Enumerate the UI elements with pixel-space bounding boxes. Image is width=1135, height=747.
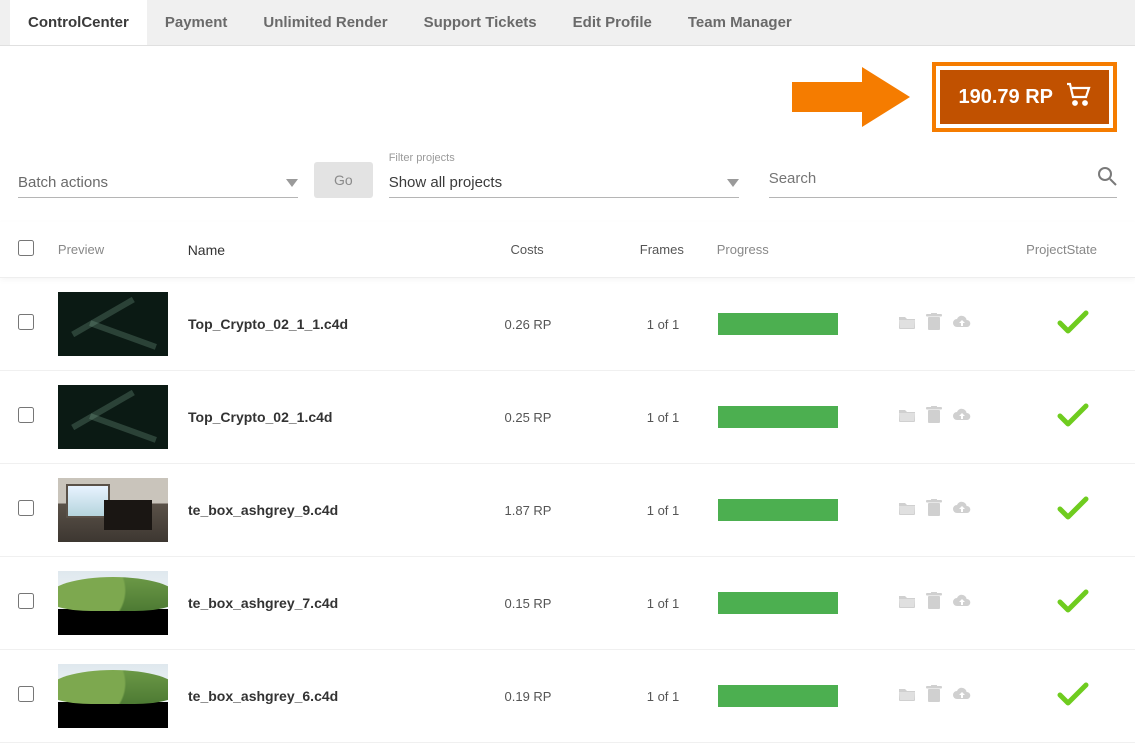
preview-thumbnail[interactable] bbox=[58, 571, 168, 635]
header-preview: Preview bbox=[58, 242, 188, 257]
checkmark-icon bbox=[1056, 694, 1090, 711]
row-checkbox[interactable] bbox=[18, 593, 34, 609]
tab-unlimited-render[interactable]: Unlimited Render bbox=[245, 0, 405, 45]
trash-icon[interactable] bbox=[926, 499, 942, 522]
arrow-callout-icon bbox=[792, 62, 912, 132]
row-checkbox[interactable] bbox=[18, 500, 34, 516]
folder-icon[interactable] bbox=[898, 500, 916, 521]
progress-bar bbox=[718, 685, 838, 707]
table-row: te_box_ashgrey_6.c4d0.19 RP1 of 1 bbox=[0, 650, 1135, 743]
table-row: Top_Crypto_02_1_1.c4d0.26 RP1 of 1 bbox=[0, 278, 1135, 371]
filter-projects-select[interactable]: Show all projects bbox=[389, 168, 739, 198]
project-name: te_box_ashgrey_6.c4d bbox=[188, 688, 448, 704]
trash-icon[interactable] bbox=[926, 406, 942, 429]
project-frames: 1 of 1 bbox=[608, 596, 718, 611]
filter-label: Filter projects bbox=[389, 152, 739, 164]
header-frames: Frames bbox=[607, 242, 717, 257]
filters-row: Batch actions Go Filter projects Show al… bbox=[0, 142, 1135, 222]
cloud-upload-icon[interactable] bbox=[952, 407, 972, 428]
progress-bar bbox=[718, 406, 838, 428]
cloud-upload-icon[interactable] bbox=[952, 500, 972, 521]
search-input[interactable] bbox=[769, 170, 1097, 187]
trash-icon[interactable] bbox=[926, 313, 942, 336]
folder-icon[interactable] bbox=[898, 407, 916, 428]
progress-bar bbox=[718, 313, 838, 335]
search-icon bbox=[1097, 166, 1117, 191]
project-state bbox=[1028, 588, 1117, 619]
tab-payment[interactable]: Payment bbox=[147, 0, 246, 45]
checkmark-icon bbox=[1056, 508, 1090, 525]
credits-amount: 190.79 RP bbox=[958, 86, 1053, 109]
preview-thumbnail[interactable] bbox=[58, 478, 168, 542]
top-right-bar: 190.79 RP bbox=[0, 46, 1135, 142]
batch-placeholder: Batch actions bbox=[18, 174, 108, 191]
tab-edit-profile[interactable]: Edit Profile bbox=[555, 0, 670, 45]
trash-icon[interactable] bbox=[926, 592, 942, 615]
row-checkbox[interactable] bbox=[18, 686, 34, 702]
preview-thumbnail[interactable] bbox=[58, 292, 168, 356]
tab-support-tickets[interactable]: Support Tickets bbox=[406, 0, 555, 45]
cloud-upload-icon[interactable] bbox=[952, 314, 972, 335]
tab-bar: ControlCenterPaymentUnlimited RenderSupp… bbox=[0, 0, 1135, 46]
cart-icon bbox=[1065, 82, 1091, 112]
project-frames: 1 of 1 bbox=[608, 503, 718, 518]
project-name: Top_Crypto_02_1_1.c4d bbox=[188, 316, 448, 332]
project-cost: 0.25 RP bbox=[448, 410, 608, 425]
header-state: ProjectState bbox=[1026, 242, 1117, 257]
header-progress: Progress bbox=[717, 242, 897, 257]
table-row: te_box_ashgrey_9.c4d1.87 RP1 of 1 bbox=[0, 464, 1135, 557]
preview-thumbnail[interactable] bbox=[58, 385, 168, 449]
progress-bar bbox=[718, 592, 838, 614]
table-row: Top_Crypto_02_1.c4d0.25 RP1 of 1 bbox=[0, 371, 1135, 464]
folder-icon[interactable] bbox=[898, 314, 916, 335]
project-state bbox=[1028, 402, 1117, 433]
go-button[interactable]: Go bbox=[314, 162, 373, 198]
project-frames: 1 of 1 bbox=[608, 689, 718, 704]
header-name: Name bbox=[188, 242, 448, 258]
project-cost: 0.19 RP bbox=[448, 689, 608, 704]
progress-bar bbox=[718, 499, 838, 521]
projects-table: Preview Name Costs Frames Progress Proje… bbox=[0, 222, 1135, 743]
search-field[interactable] bbox=[769, 160, 1117, 198]
project-frames: 1 of 1 bbox=[608, 317, 718, 332]
checkmark-icon bbox=[1056, 415, 1090, 432]
checkmark-icon bbox=[1056, 322, 1090, 339]
project-name: te_box_ashgrey_7.c4d bbox=[188, 595, 448, 611]
chevron-down-icon bbox=[286, 174, 298, 191]
preview-thumbnail[interactable] bbox=[58, 664, 168, 728]
folder-icon[interactable] bbox=[898, 686, 916, 707]
select-all-checkbox[interactable] bbox=[18, 240, 34, 256]
project-cost: 0.15 RP bbox=[448, 596, 608, 611]
project-state bbox=[1028, 309, 1117, 340]
table-header: Preview Name Costs Frames Progress Proje… bbox=[0, 222, 1135, 278]
project-name: te_box_ashgrey_9.c4d bbox=[188, 502, 448, 518]
table-row: te_box_ashgrey_7.c4d0.15 RP1 of 1 bbox=[0, 557, 1135, 650]
cloud-upload-icon[interactable] bbox=[952, 593, 972, 614]
project-name: Top_Crypto_02_1.c4d bbox=[188, 409, 448, 425]
cloud-upload-icon[interactable] bbox=[952, 686, 972, 707]
tab-controlcenter[interactable]: ControlCenter bbox=[10, 0, 147, 45]
folder-icon[interactable] bbox=[898, 593, 916, 614]
trash-icon[interactable] bbox=[926, 685, 942, 708]
filter-value: Show all projects bbox=[389, 174, 502, 191]
chevron-down-icon bbox=[727, 174, 739, 191]
row-checkbox[interactable] bbox=[18, 407, 34, 423]
tab-team-manager[interactable]: Team Manager bbox=[670, 0, 810, 45]
credits-button[interactable]: 190.79 RP bbox=[940, 70, 1109, 124]
row-checkbox[interactable] bbox=[18, 314, 34, 330]
project-state bbox=[1028, 495, 1117, 526]
batch-actions-select[interactable]: Batch actions bbox=[18, 168, 298, 198]
header-costs: Costs bbox=[447, 242, 607, 257]
credits-highlight-box: 190.79 RP bbox=[932, 62, 1117, 132]
project-frames: 1 of 1 bbox=[608, 410, 718, 425]
project-cost: 1.87 RP bbox=[448, 503, 608, 518]
project-cost: 0.26 RP bbox=[448, 317, 608, 332]
project-state bbox=[1028, 681, 1117, 712]
checkmark-icon bbox=[1056, 601, 1090, 618]
